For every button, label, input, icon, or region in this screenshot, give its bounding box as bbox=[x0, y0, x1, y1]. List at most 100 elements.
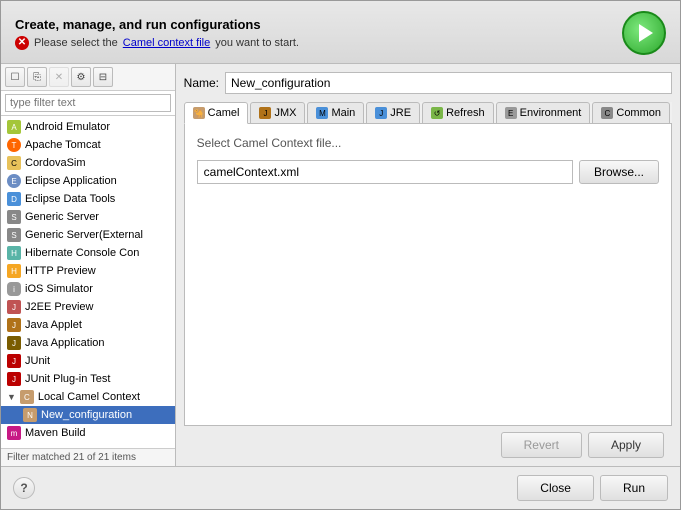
tab-main[interactable]: M Main bbox=[307, 102, 364, 123]
tree-item-new-config[interactable]: N New_configuration bbox=[1, 406, 175, 424]
tree-item-label: Apache Tomcat bbox=[25, 139, 101, 151]
tree-item-android[interactable]: A Android Emulator bbox=[1, 118, 175, 136]
tree-item-java-applet[interactable]: J Java Applet bbox=[1, 316, 175, 334]
tree-item-label: CordovaSim bbox=[25, 157, 86, 169]
error-link[interactable]: Camel context file bbox=[123, 37, 210, 49]
main-tab-icon: M bbox=[316, 107, 328, 119]
junit-plugin-icon: J bbox=[7, 372, 21, 386]
new-config-icon: N bbox=[23, 408, 37, 422]
local-camel-icon: C bbox=[20, 390, 34, 404]
tree-item-label: Android Emulator bbox=[25, 121, 110, 133]
tab-jmx[interactable]: J JMX bbox=[250, 102, 305, 123]
name-label: Name: bbox=[184, 76, 219, 90]
tree-item-ios[interactable]: i iOS Simulator bbox=[1, 280, 175, 298]
name-input[interactable] bbox=[225, 72, 672, 94]
tree-item-java-app[interactable]: J Java Application bbox=[1, 334, 175, 352]
dialog-footer: ? Close Run bbox=[1, 466, 680, 509]
tree-list: A Android Emulator T Apache Tomcat C Cor… bbox=[1, 116, 175, 448]
revert-button[interactable]: Revert bbox=[501, 432, 582, 458]
tree-item-hibernate[interactable]: H Hibernate Console Con bbox=[1, 244, 175, 262]
tree-item-eclipse-data[interactable]: D Eclipse Data Tools bbox=[1, 190, 175, 208]
tree-item-generic-ext[interactable]: S Generic Server(External bbox=[1, 226, 175, 244]
java-app-icon: J bbox=[7, 336, 21, 350]
filter-wrapper bbox=[1, 91, 175, 116]
delete-button[interactable]: ✕ bbox=[49, 67, 69, 87]
tree-item-junit-plugin[interactable]: J JUnit Plug-in Test bbox=[1, 370, 175, 388]
error-message: ✕ Please select the Camel context file y… bbox=[15, 36, 299, 50]
tree-item-j2ee[interactable]: J J2EE Preview bbox=[1, 298, 175, 316]
tree-item-maven[interactable]: m Maven Build bbox=[1, 424, 175, 442]
error-prefix: Please select the bbox=[34, 37, 118, 49]
header-left: Create, manage, and run configurations ✕… bbox=[15, 17, 299, 50]
tree-item-label: Eclipse Data Tools bbox=[25, 193, 115, 205]
tree-item-tomcat[interactable]: T Apache Tomcat bbox=[1, 136, 175, 154]
run-button[interactable]: Run bbox=[600, 475, 668, 501]
tree-item-generic[interactable]: S Generic Server bbox=[1, 208, 175, 226]
tab-environment[interactable]: E Environment bbox=[496, 102, 591, 123]
dialog-header: Create, manage, and run configurations ✕… bbox=[1, 1, 680, 64]
tree-item-cordova[interactable]: C CordovaSim bbox=[1, 154, 175, 172]
browse-button[interactable]: Browse... bbox=[579, 160, 659, 184]
help-button[interactable]: ? bbox=[13, 477, 35, 499]
tree-item-eclipse-app[interactable]: E Eclipse Application bbox=[1, 172, 175, 190]
tree-item-label: New_configuration bbox=[41, 409, 132, 421]
content-label: Select Camel Context file... bbox=[197, 136, 659, 150]
tree-item-label: Java Application bbox=[25, 337, 105, 349]
close-button[interactable]: Close bbox=[517, 475, 594, 501]
tree-item-label: J2EE Preview bbox=[25, 301, 93, 313]
camel-context-file-input[interactable] bbox=[197, 160, 573, 184]
tab-common[interactable]: C Common bbox=[592, 102, 670, 123]
tab-label: Environment bbox=[520, 107, 582, 119]
jmx-tab-icon: J bbox=[259, 107, 271, 119]
run-button-header[interactable] bbox=[622, 11, 666, 55]
dialog-body: ☐ ⎘ ✕ ⚙ ⊟ A Android Emulator T Apache To… bbox=[1, 64, 680, 466]
footer-buttons: Close Run bbox=[517, 475, 668, 501]
duplicate-button[interactable]: ⎘ bbox=[27, 67, 47, 87]
right-panel: Name: 🐪 Camel J JMX M Main J bbox=[176, 64, 680, 466]
refresh-tab-icon: ↺ bbox=[431, 107, 443, 119]
tab-camel[interactable]: 🐪 Camel bbox=[184, 102, 249, 124]
tab-label: Refresh bbox=[446, 107, 485, 119]
error-suffix: you want to start. bbox=[215, 37, 299, 49]
filter-status: Filter matched 21 of 21 items bbox=[1, 448, 175, 466]
dialog-title: Create, manage, and run configurations bbox=[15, 17, 299, 32]
filter-input[interactable] bbox=[5, 94, 171, 112]
tree-item-label: JUnit Plug-in Test bbox=[25, 373, 110, 385]
tree-item-junit[interactable]: J JUnit bbox=[1, 352, 175, 370]
tab-label: Main bbox=[331, 107, 355, 119]
cordova-icon: C bbox=[7, 156, 21, 170]
tree-item-label: Eclipse Application bbox=[25, 175, 117, 187]
java-applet-icon: J bbox=[7, 318, 21, 332]
tree-item-local-camel[interactable]: ▼ C Local Camel Context bbox=[1, 388, 175, 406]
tab-label: JMX bbox=[274, 107, 296, 119]
tree-item-label: Local Camel Context bbox=[38, 391, 140, 403]
junit-icon: J bbox=[7, 354, 21, 368]
jre-tab-icon: J bbox=[375, 107, 387, 119]
new-config-button[interactable]: ☐ bbox=[5, 67, 25, 87]
collapse-button[interactable]: ⊟ bbox=[93, 67, 113, 87]
tree-item-label: Maven Build bbox=[25, 427, 86, 439]
maven-icon: m bbox=[7, 426, 21, 440]
tree-item-http[interactable]: H HTTP Preview bbox=[1, 262, 175, 280]
error-icon: ✕ bbox=[15, 36, 29, 50]
generic-icon: S bbox=[7, 210, 21, 224]
tab-refresh[interactable]: ↺ Refresh bbox=[422, 102, 494, 123]
tree-item-label: Java Applet bbox=[25, 319, 82, 331]
tree-item-label: Hibernate Console Con bbox=[25, 247, 139, 259]
filter-button[interactable]: ⚙ bbox=[71, 67, 91, 87]
tree-item-label: JUnit bbox=[25, 355, 50, 367]
tab-label: Camel bbox=[208, 107, 240, 119]
tree-item-label: Generic Server bbox=[25, 211, 99, 223]
left-panel: ☐ ⎘ ✕ ⚙ ⊟ A Android Emulator T Apache To… bbox=[1, 64, 176, 466]
tab-jre[interactable]: J JRE bbox=[366, 102, 420, 123]
left-toolbar: ☐ ⎘ ✕ ⚙ ⊟ bbox=[1, 64, 175, 91]
tab-label: Common bbox=[616, 107, 661, 119]
tab-content-camel: Select Camel Context file... Browse... bbox=[184, 124, 672, 426]
tabs-bar: 🐪 Camel J JMX M Main J JRE ↺ Refresh bbox=[184, 102, 672, 124]
tree-item-label: HTTP Preview bbox=[25, 265, 96, 277]
tree-item-label: iOS Simulator bbox=[25, 283, 93, 295]
eclipse-data-icon: D bbox=[7, 192, 21, 206]
dialog: Create, manage, and run configurations ✕… bbox=[0, 0, 681, 510]
env-tab-icon: E bbox=[505, 107, 517, 119]
apply-button[interactable]: Apply bbox=[588, 432, 664, 458]
